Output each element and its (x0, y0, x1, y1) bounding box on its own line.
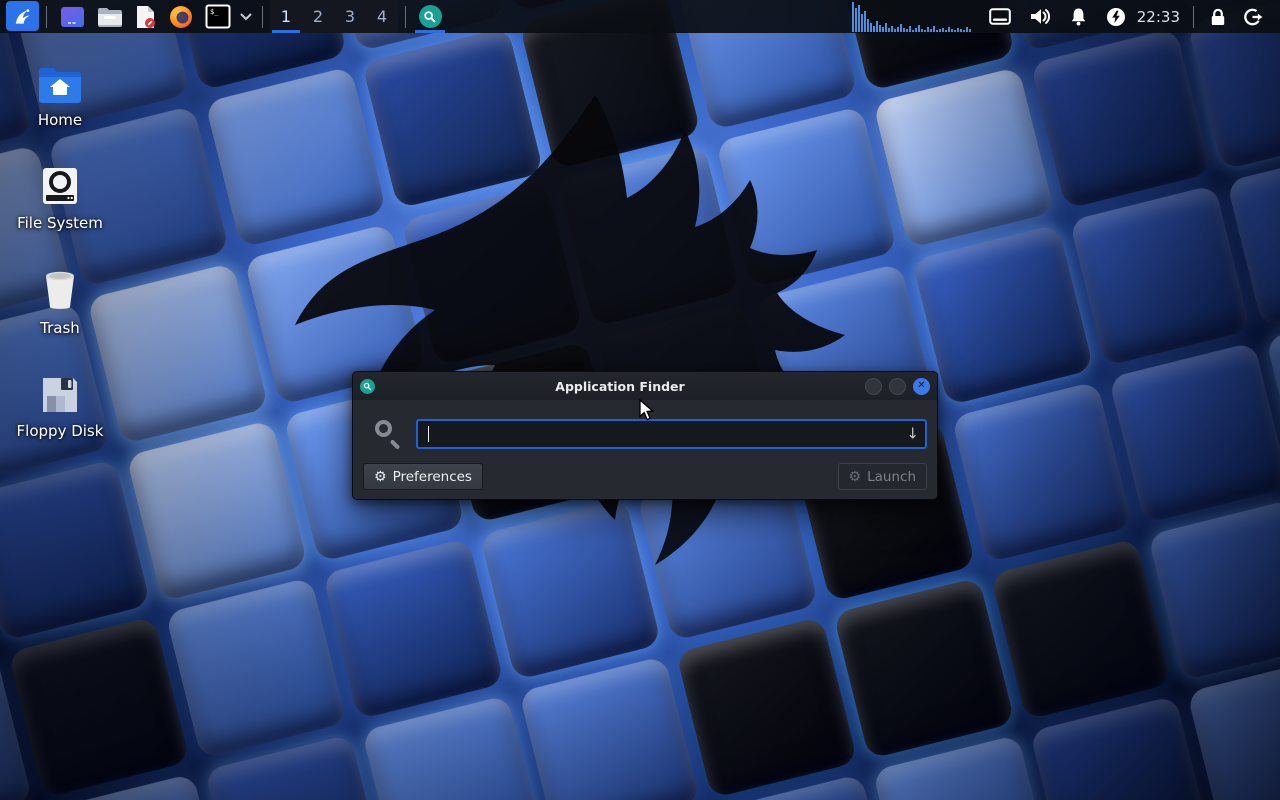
notifications-bell-icon (1069, 7, 1088, 27)
workspace-label: 1 (281, 7, 291, 26)
workspace-button-1[interactable]: 1 (270, 0, 302, 33)
search-icon (373, 418, 403, 450)
launch-button[interactable]: ⚙ Launch (838, 463, 927, 490)
gear-icon: ⚙ (374, 470, 387, 484)
display-icon (989, 8, 1011, 25)
preferences-button[interactable]: ⚙ Preferences (363, 463, 483, 490)
applications-menu-button[interactable] (6, 1, 39, 31)
active-workspace-underline (272, 30, 300, 33)
desktop-icon-filesystem[interactable]: File System (0, 160, 120, 232)
maximize-button[interactable] (889, 378, 906, 395)
desktop-icon-label: Trash (0, 319, 120, 337)
volume-tray-button[interactable] (1029, 7, 1051, 26)
notifications-tray-button[interactable] (1069, 7, 1088, 27)
workspace-label: 3 (345, 7, 355, 26)
home-folder-icon (0, 57, 120, 103)
desktop-icon-trash[interactable]: Trash (0, 265, 120, 337)
desktop-icon-home[interactable]: Home (0, 57, 120, 129)
file-manager-icon (97, 6, 123, 28)
trash-icon (0, 265, 120, 311)
dropdown-arrow-icon[interactable]: ↓ (906, 424, 919, 442)
lock-icon (1209, 7, 1227, 27)
launch-icon: ⚙ (849, 470, 862, 484)
active-task-underline (415, 30, 445, 33)
terminal-launcher[interactable]: $_ (199, 0, 237, 33)
firefox-launcher[interactable] (163, 0, 199, 33)
panel-separator (405, 6, 406, 28)
launch-button-label: Launch (867, 469, 916, 485)
panel-clock[interactable]: 22:33 (1137, 8, 1180, 26)
kali-dragon-silhouette (255, 65, 935, 585)
desktop-icon-label: File System (0, 214, 120, 232)
text-editor-launcher[interactable] (129, 0, 163, 33)
file-manager-launcher[interactable] (91, 0, 129, 33)
panel-separator (262, 6, 263, 28)
application-finder-window: Application Finder ✕ ↓ ⚙ Preferences ⚙ L… (352, 371, 938, 500)
desktop-icon-floppy[interactable]: Floppy Disk (0, 368, 120, 440)
top-panel: $_ 1 2 3 4 (0, 0, 1280, 33)
mouse-cursor (638, 399, 658, 422)
dashboard-launcher[interactable] (54, 0, 91, 33)
desktop-icon-label: Floppy Disk (0, 422, 120, 440)
logout-icon (1243, 7, 1264, 27)
workspace-label: 4 (377, 7, 387, 26)
minimize-button[interactable] (865, 378, 882, 395)
workspace-button-2[interactable]: 2 (302, 0, 334, 33)
preferences-button-label: Preferences (393, 469, 472, 485)
power-tray-button[interactable] (1106, 7, 1126, 27)
panel-separator (1193, 6, 1194, 28)
text-editor-icon (135, 5, 157, 29)
workspace-label: 2 (313, 7, 323, 26)
close-button[interactable]: ✕ (913, 378, 930, 395)
floppy-disk-icon (0, 368, 120, 414)
display-tray-button[interactable] (989, 8, 1011, 25)
search-input[interactable] (416, 419, 927, 449)
firefox-icon (169, 5, 193, 29)
button-row: ⚙ Preferences ⚙ Launch (353, 450, 937, 499)
workspace-switcher: 1 2 3 4 (270, 0, 398, 33)
text-caret (428, 426, 429, 442)
logout-button[interactable] (1243, 7, 1264, 27)
terminal-dropdown-chevron-icon (240, 13, 252, 21)
lock-screen-button[interactable] (1209, 7, 1227, 27)
application-finder-window-icon (360, 379, 375, 394)
titlebar[interactable]: Application Finder ✕ (353, 372, 937, 400)
terminal-dropdown-button[interactable] (237, 0, 255, 33)
svg-text:$_: $_ (210, 8, 219, 16)
terminal-icon: $_ (205, 4, 231, 29)
window-title: Application Finder (375, 379, 865, 394)
workspace-button-4[interactable]: 4 (366, 0, 398, 33)
taskbar-application-finder-button[interactable] (413, 0, 447, 33)
desktop-icon-label: Home (0, 111, 120, 129)
panel-separator (46, 6, 47, 28)
filesystem-drive-icon (0, 160, 120, 206)
application-finder-icon (419, 5, 442, 28)
workspace-button-3[interactable]: 3 (334, 0, 366, 33)
cpu-graph[interactable] (852, 0, 972, 33)
kali-menu-icon (11, 4, 34, 28)
volume-icon (1029, 7, 1051, 26)
power-icon (1106, 7, 1126, 27)
dashboard-icon (60, 6, 85, 28)
